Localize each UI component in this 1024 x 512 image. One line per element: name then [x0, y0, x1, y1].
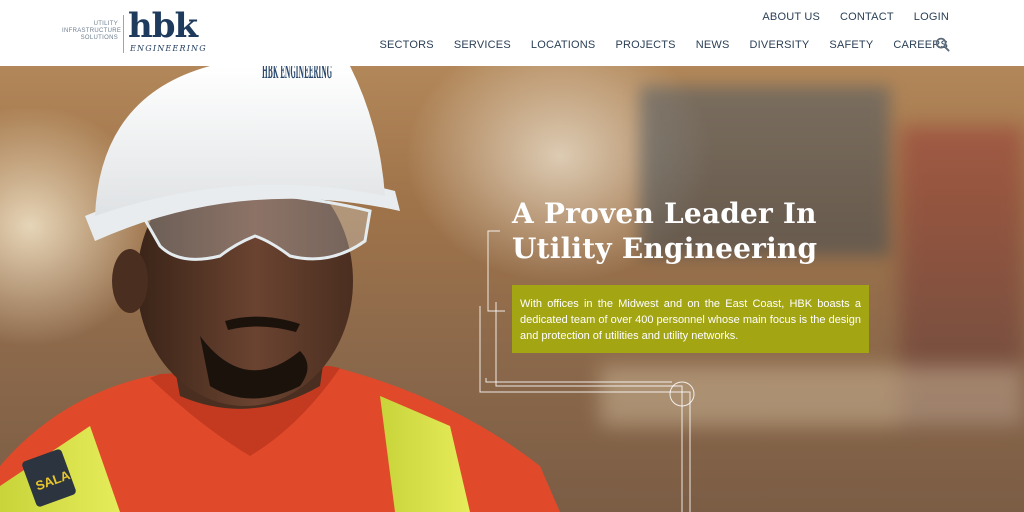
logo-wordmark: hbk [128, 6, 198, 46]
hero-worker-photo: SALA HBK ENGINEERING [0, 66, 560, 512]
nav-item-news[interactable]: NEWS [696, 39, 730, 51]
utility-nav: ABOUT US CONTACT LOGIN [762, 11, 949, 23]
site-header: UTILITY INFRASTRUCTURE SOLUTIONS hbk ENG… [0, 0, 1024, 66]
logo-tagline-line: INFRASTRUCTURE [62, 28, 122, 34]
nav-item-safety[interactable]: SAFETY [829, 39, 873, 51]
hero-headline: A Proven Leader In Utility Engineering [512, 196, 932, 266]
hero-banner: SALA HBK ENGINEERING A Proven Leader In … [0, 66, 1024, 512]
hero-background-beam [600, 366, 1024, 426]
logo-tagline: UTILITY INFRASTRUCTURE SOLUTIONS [62, 21, 122, 42]
hero-headline-line: Utility Engineering [512, 232, 818, 265]
nav-item-sectors[interactable]: SECTORS [379, 39, 433, 51]
logo-tagline-line: SOLUTIONS [80, 35, 118, 41]
nav-item-projects[interactable]: PROJECTS [615, 39, 675, 51]
logo-divider [123, 15, 124, 53]
about-us-link[interactable]: ABOUT US [762, 11, 820, 23]
search-button[interactable] [935, 37, 951, 53]
logo-subtitle: ENGINEERING [130, 44, 207, 53]
main-nav: SECTORS SERVICES LOCATIONS PROJECTS NEWS… [379, 39, 948, 51]
hero-callout: With offices in the Midwest and on the E… [512, 285, 869, 353]
search-icon [935, 37, 950, 52]
hero-headline-line: A Proven Leader In [512, 197, 817, 230]
nav-item-services[interactable]: SERVICES [454, 39, 511, 51]
login-link[interactable]: LOGIN [914, 11, 949, 23]
logo-tagline-line: UTILITY [93, 21, 118, 27]
contact-link[interactable]: CONTACT [840, 11, 894, 23]
nav-item-diversity[interactable]: DIVERSITY [750, 39, 810, 51]
helmet-logo: HBK ENGINEERING [262, 66, 332, 83]
logo-link[interactable]: UTILITY INFRASTRUCTURE SOLUTIONS hbk ENG… [62, 6, 206, 56]
nav-item-locations[interactable]: LOCATIONS [531, 39, 596, 51]
